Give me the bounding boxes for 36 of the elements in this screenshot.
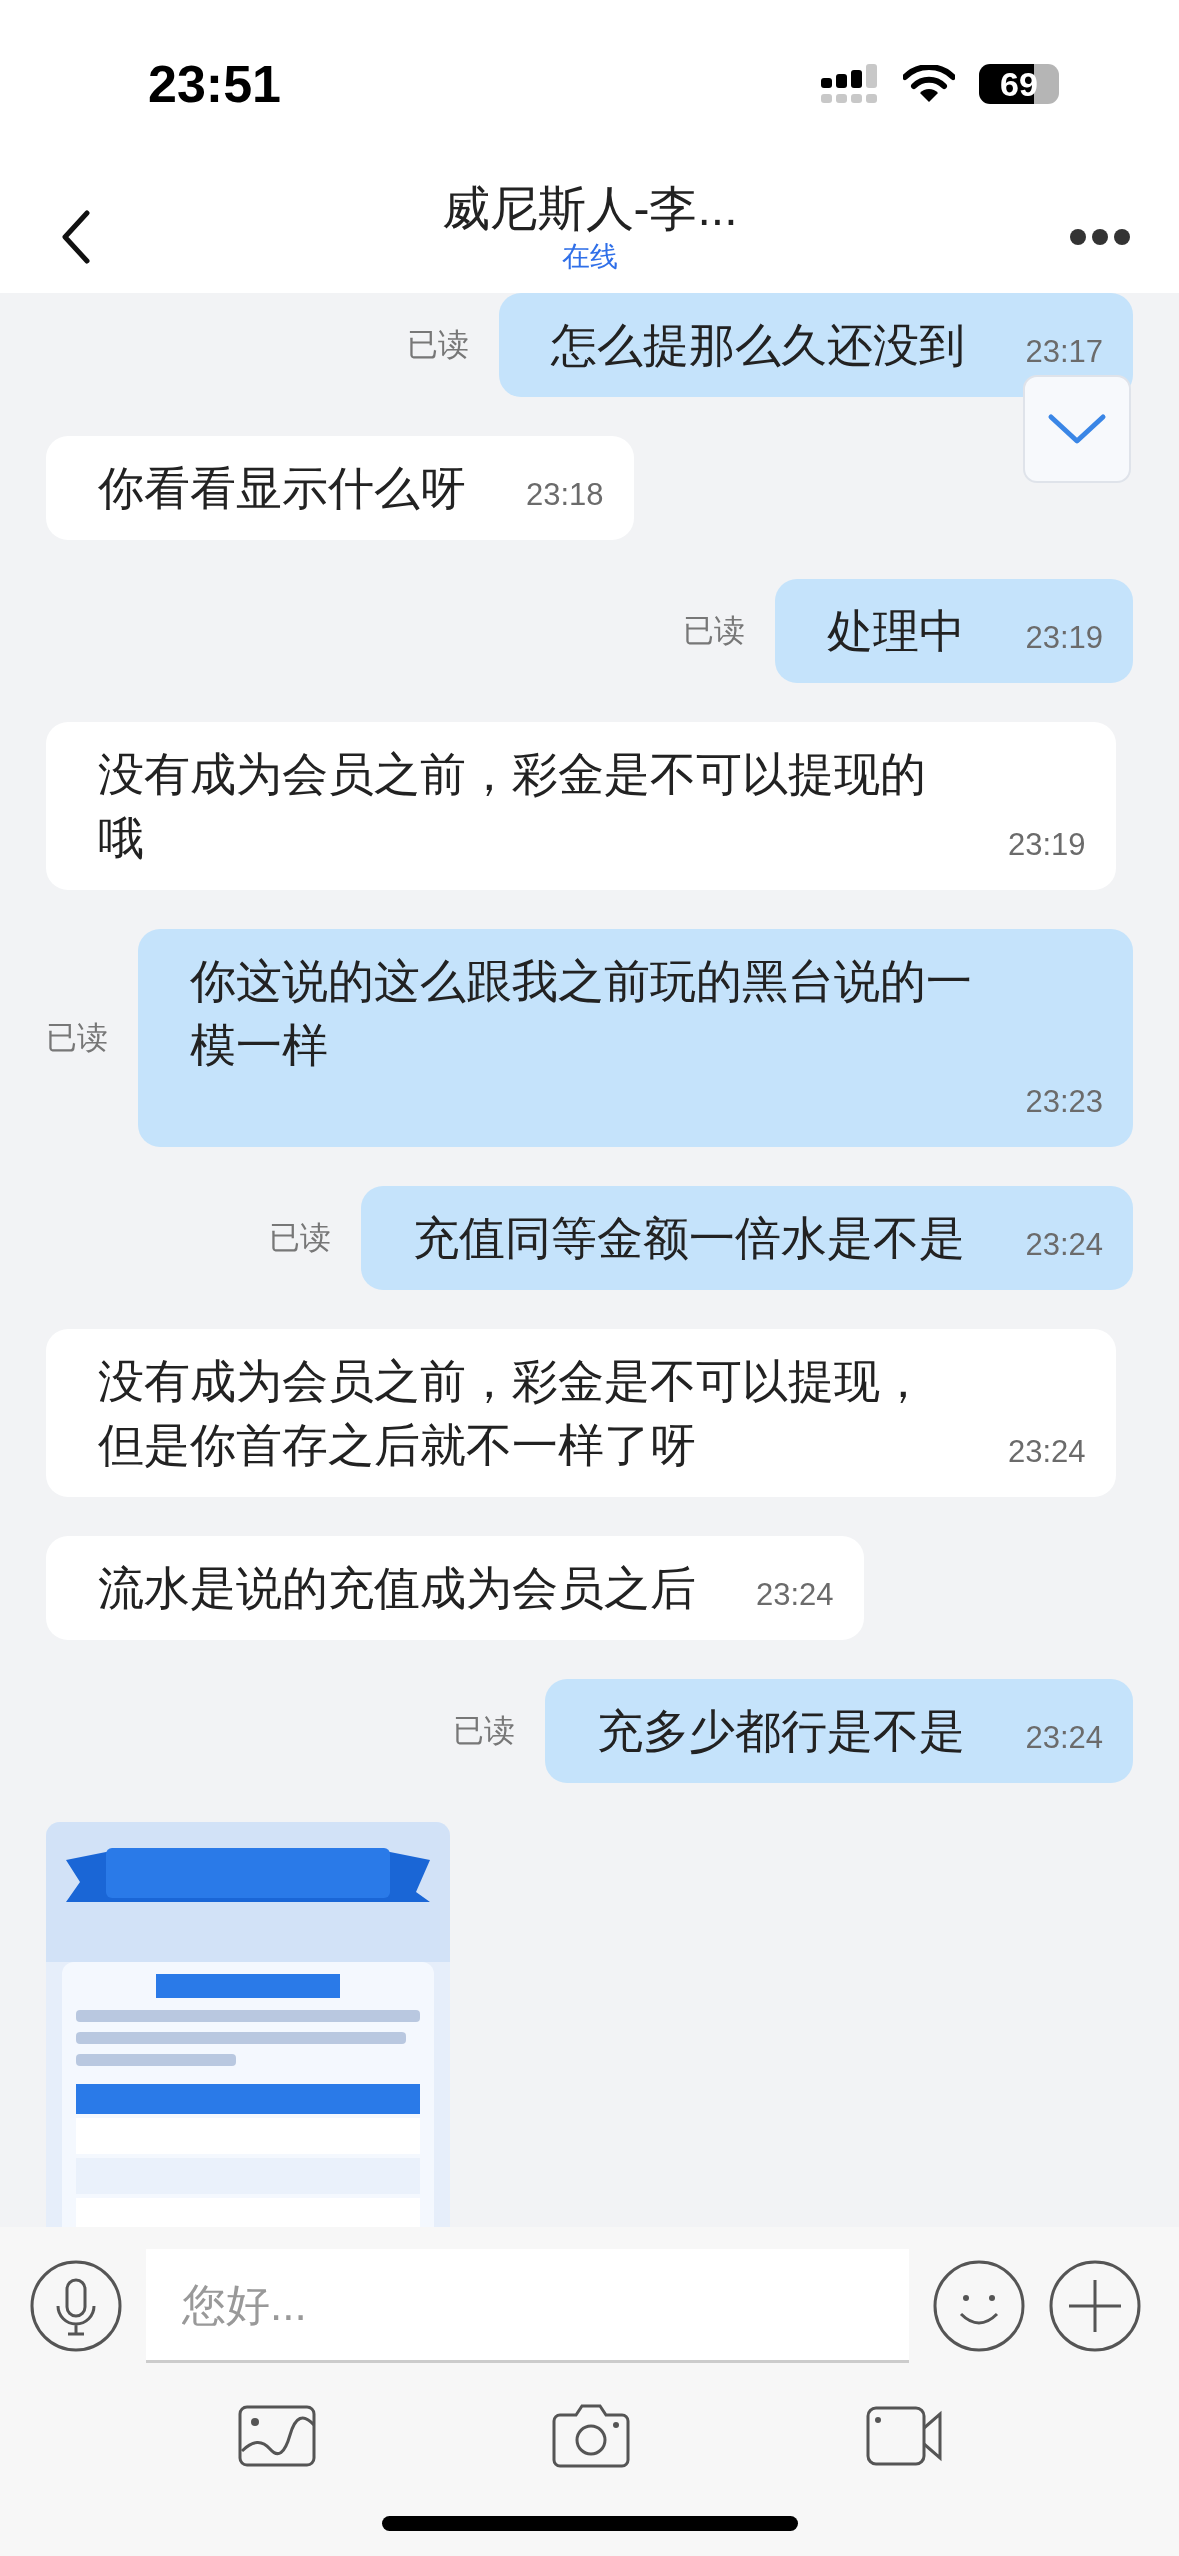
message-time: 23:24 [755,1575,834,1614]
message-time: 23:24 [1024,1225,1103,1264]
image-icon[interactable] [238,2405,316,2468]
read-receipt: 已读 [46,1018,108,1057]
status-time: 23:51 [148,54,281,116]
message-input-field[interactable]: 您好... [146,2249,909,2364]
message-text: 没有成为会员之前，彩金是不可以提现的哦 [98,746,927,866]
message-text: 没有成为会员之前，彩金是不可以提现，但是你首存之后就不一样了呀 [98,1353,927,1473]
scroll-down-button[interactable] [1023,374,1131,483]
message-time: 23:23 [1024,1082,1103,1121]
smiley-icon[interactable] [933,2260,1025,2353]
message-text: 流水是说的充值成为会员之后 [98,1560,696,1616]
message-text: 你这说的这么跟我之前玩的黑台说的一模一样 [190,953,973,1073]
message-time: 23:19 [1024,618,1103,657]
wifi-icon [903,65,955,104]
message-time: 23:18 [525,475,604,514]
microphone-icon[interactable] [30,2260,122,2353]
signal-icon [821,64,879,105]
read-receipt: 已读 [683,611,746,650]
message-text: 处理中 [827,603,966,659]
message-time: 23:19 [1007,825,1086,864]
message-time: 23:24 [1007,1432,1086,1471]
contact-name: 威尼斯人-李... [441,183,738,237]
read-receipt: 已读 [453,1711,516,1750]
message-text: 你看看显示什么呀 [98,460,466,516]
message-time: 23:24 [1024,1718,1103,1757]
plus-icon[interactable] [1049,2260,1141,2353]
read-receipt: 已读 [269,1218,332,1257]
online-status: 在线 [561,240,618,275]
message-text: 怎么提那么久还没到 [551,317,966,373]
message-text: 充值同等金额一倍水是不是 [413,1210,966,1266]
message-text: 充多少都行是不是 [597,1703,966,1759]
video-camera-icon[interactable] [866,2406,942,2467]
camera-icon[interactable] [552,2403,630,2470]
message-time: 23:17 [1024,332,1103,371]
read-receipt: 已读 [407,325,470,364]
